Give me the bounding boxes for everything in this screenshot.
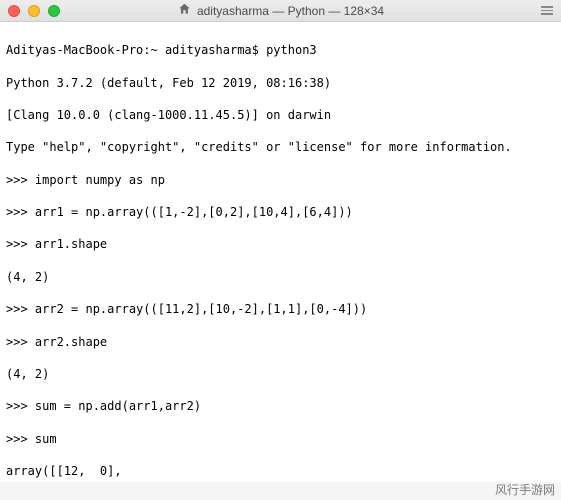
- window-title-text: adityasharma — Python — 128×34: [197, 4, 384, 18]
- terminal-line: >>> arr2.shape: [6, 334, 555, 350]
- minimize-window-button[interactable]: [28, 5, 40, 17]
- close-window-button[interactable]: [8, 5, 20, 17]
- hamburger-icon[interactable]: [541, 6, 553, 15]
- terminal-line: Type "help", "copyright", "credits" or "…: [6, 139, 555, 155]
- home-icon: [177, 2, 191, 19]
- terminal-output[interactable]: Adityas-MacBook-Pro:~ adityasharma$ pyth…: [0, 22, 561, 482]
- terminal-line: array([[12, 0],: [6, 463, 555, 479]
- terminal-line: >>> sum = np.add(arr1,arr2): [6, 398, 555, 414]
- maximize-window-button[interactable]: [48, 5, 60, 17]
- terminal-line: (4, 2): [6, 269, 555, 285]
- terminal-line: >>> import numpy as np: [6, 172, 555, 188]
- title-right-controls: [541, 6, 553, 15]
- terminal-line: >>> arr1.shape: [6, 236, 555, 252]
- window-title: adityasharma — Python — 128×34: [177, 2, 384, 19]
- terminal-line: [Clang 10.0.0 (clang-1000.11.45.5)] on d…: [6, 107, 555, 123]
- terminal-line: >>> arr2 = np.array(([11,2],[10,-2],[1,1…: [6, 301, 555, 317]
- traffic-lights: [8, 5, 60, 17]
- watermark-text: 风行手游网: [495, 481, 555, 498]
- terminal-line: >>> sum: [6, 431, 555, 447]
- terminal-line: Adityas-MacBook-Pro:~ adityasharma$ pyth…: [6, 42, 555, 58]
- window-title-bar: adityasharma — Python — 128×34: [0, 0, 561, 22]
- terminal-line: >>> arr1 = np.array(([1,-2],[0,2],[10,4]…: [6, 204, 555, 220]
- terminal-line: Python 3.7.2 (default, Feb 12 2019, 08:1…: [6, 75, 555, 91]
- terminal-line: (4, 2): [6, 366, 555, 382]
